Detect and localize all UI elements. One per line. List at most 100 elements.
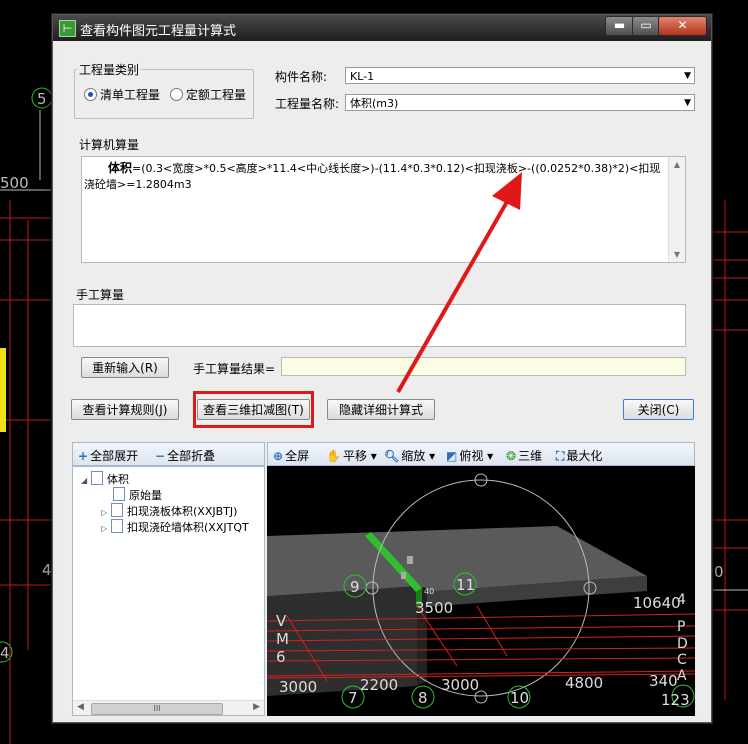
dim-label-3000b: 3000 (441, 676, 479, 694)
cad-label-4b: 4 (0, 644, 10, 662)
expand-arrow-icon[interactable]: ▷ (101, 508, 111, 517)
component-name-select[interactable]: KL-1 ▼ (345, 67, 695, 84)
dim-label-2200: 2200 (360, 676, 398, 694)
scroll-thumb[interactable]: III (91, 703, 223, 715)
app-icon: ⊢ (59, 20, 76, 37)
radio-quota-quantity[interactable]: 定额工程量 (170, 86, 246, 103)
full-screen-label: 全屏 (285, 449, 310, 463)
axis-label-11: 11 (456, 576, 475, 594)
tree-item-wall-deduct[interactable]: ▷ 扣现浇砼墙体积(XXJTQT (101, 519, 249, 535)
cad-label-0: 0 (714, 563, 724, 581)
radio-quota-label: 定额工程量 (186, 88, 247, 102)
view-rules-button[interactable]: 查看计算规则(J) (71, 399, 179, 420)
tree-item-label: 扣现浇板体积(XXJBTJ) (127, 505, 238, 518)
tree-item-slab-deduct[interactable]: ▷ 扣现浇板体积(XXJBTJ) (101, 503, 237, 519)
document-icon (111, 503, 123, 517)
minus-icon: − (155, 449, 166, 463)
dim-label-123: 123 (661, 691, 690, 709)
scroll-left-icon[interactable]: ◀ (77, 702, 84, 712)
chevron-down-icon: ▼ (684, 71, 691, 81)
expand-all-label: 全部展开 (90, 449, 139, 463)
radio-bill-indicator (84, 88, 97, 101)
grid-letter-4: 4 (677, 592, 686, 608)
axis-label-7: 7 (348, 689, 358, 707)
quantity-formula-dialog: ⊢ 查看构件图元工程量计算式 ▬ ▭ ✕ 工程量类别 清单工程量 定额工程量 构… (52, 14, 712, 723)
three-d-label: 三维 (518, 449, 543, 463)
manual-formula-textarea[interactable] (73, 304, 686, 347)
maximize-icon: ⛶ (556, 449, 565, 463)
grid-letter-a: A (677, 668, 687, 684)
reinput-button[interactable]: 重新输入(R) (81, 357, 169, 378)
manual-result-label: 手工算量结果= (193, 362, 276, 376)
quantity-name-label: 工程量名称: (275, 97, 340, 111)
tree-item-label: 扣现浇砼墙体积(XXJTQT (127, 521, 249, 534)
formula-line1: =(0.3<宽度>*0.5<高度>*11.4<中心线长度>)-(11.4*0.3… (132, 162, 661, 175)
axis-label-8: 8 (418, 689, 428, 707)
close-button[interactable]: 关闭(C) (623, 399, 694, 420)
collapse-all-label: 全部折叠 (167, 449, 216, 463)
tree-item-label: 体积 (107, 473, 129, 486)
three-d-button[interactable]: ❂ 三维 (506, 447, 542, 464)
collapse-arrow-icon[interactable]: ◢ (81, 476, 91, 485)
manual-result-field[interactable] (281, 357, 686, 376)
red-highlight-box (193, 391, 314, 428)
grid-letter-m: M (276, 630, 289, 648)
full-screen-button[interactable]: ⊕ 全屏 (273, 447, 309, 464)
dim-label-10640: 10640 (633, 594, 681, 612)
dim-label-3500: 3500 (415, 599, 453, 617)
magnifier-icon: 🔍︎ (384, 449, 400, 463)
scroll-up-icon[interactable]: ▲ (669, 160, 685, 169)
view-rules-label: 查看计算规则(J) (82, 403, 168, 417)
dim-label-40: 40 (424, 587, 434, 596)
zoom-extents-icon: ⊕ (273, 449, 284, 463)
computer-calc-label: 计算机算量 (77, 136, 142, 153)
cad-label-500: 500 (0, 174, 29, 192)
quantity-name-value: 体积(m3) (350, 97, 399, 110)
maximize-view-button[interactable]: ⛶ 最大化 (556, 447, 602, 464)
maximize-button[interactable]: ▭ (632, 16, 660, 36)
chevron-down-icon: ▼ (684, 98, 691, 108)
axis-label-9: 9 (350, 578, 360, 596)
quantity-tree: ◢ 体积 原始量 ▷ 扣现浇板体积(XXJBTJ) ▷ 扣现浇砼墙体积(XXJTQT … (72, 466, 265, 716)
reinput-button-label: 重新输入(R) (92, 361, 158, 375)
top-view-label: 俯视 (459, 449, 484, 463)
tree-hscrollbar[interactable]: ◀ III ▶ (73, 700, 264, 715)
computer-formula-textarea[interactable]: 体积=(0.3<宽度>*0.5<高度>*11.4<中心线长度>)-(11.4*0… (81, 156, 686, 263)
tree-item-label: 原始量 (129, 489, 162, 502)
pan-button[interactable]: ✋ 平移 ▾ (326, 447, 377, 464)
close-window-button[interactable]: ✕ (658, 16, 707, 36)
scroll-right-icon[interactable]: ▶ (253, 702, 260, 712)
zoom-button[interactable]: 🔍︎ 缩放 ▾ (384, 447, 435, 464)
quantity-name-select[interactable]: 体积(m3) ▼ (345, 94, 695, 111)
cad-label-5: 5 (37, 90, 47, 108)
hide-detail-button[interactable]: 隐藏详细计算式 (327, 399, 435, 420)
radio-bill-label: 清单工程量 (100, 88, 161, 102)
zoom-label: 缩放 (401, 449, 426, 463)
grid-letter-6: 6 (276, 648, 286, 666)
maximize-label: 最大化 (566, 449, 603, 463)
top-view-button[interactable]: ◩ 俯视 ▾ (446, 447, 493, 464)
scroll-down-icon[interactable]: ▼ (669, 250, 685, 259)
radio-bill-quantity[interactable]: 清单工程量 (84, 86, 160, 103)
title-bar[interactable]: ⊢ 查看构件图元工程量计算式 ▬ ▭ ✕ (53, 15, 711, 41)
view-toolbar: ⊕ 全屏 ✋ 平移 ▾ 🔍︎ 缩放 ▾ ◩ 俯视 ▾ ❂ 三维 ⛶ 最大化 (267, 442, 695, 466)
collapse-all-button[interactable]: − 全部折叠 (155, 447, 215, 464)
grid-letter-p: P (677, 619, 685, 635)
component-name-label: 构件名称: (275, 70, 328, 84)
minimize-button[interactable]: ▬ (605, 16, 634, 36)
radio-quota-indicator (170, 88, 183, 101)
tree-item-volume[interactable]: ◢ 体积 (81, 471, 129, 487)
window-title: 查看构件图元工程量计算式 (80, 24, 237, 39)
component-name-value: KL-1 (350, 70, 375, 83)
manual-calc-label: 手工算量 (74, 286, 127, 303)
beam-marker-b (401, 572, 406, 579)
expand-all-button[interactable]: + 全部展开 (78, 447, 138, 464)
3d-viewport[interactable]: 9 11 7 8 10 3500 40 10640 3000 2200 3000… (267, 466, 695, 716)
formula-scrollbar[interactable]: ▲ ▼ (668, 157, 685, 262)
document-icon (111, 519, 123, 533)
grid-letter-d: D (677, 636, 688, 652)
tree-item-original[interactable]: 原始量 (113, 487, 162, 503)
expand-arrow-icon[interactable]: ▷ (101, 524, 111, 533)
formula-name: 体积 (108, 161, 133, 175)
tree-toolbar: + 全部展开 − 全部折叠 (72, 442, 265, 466)
